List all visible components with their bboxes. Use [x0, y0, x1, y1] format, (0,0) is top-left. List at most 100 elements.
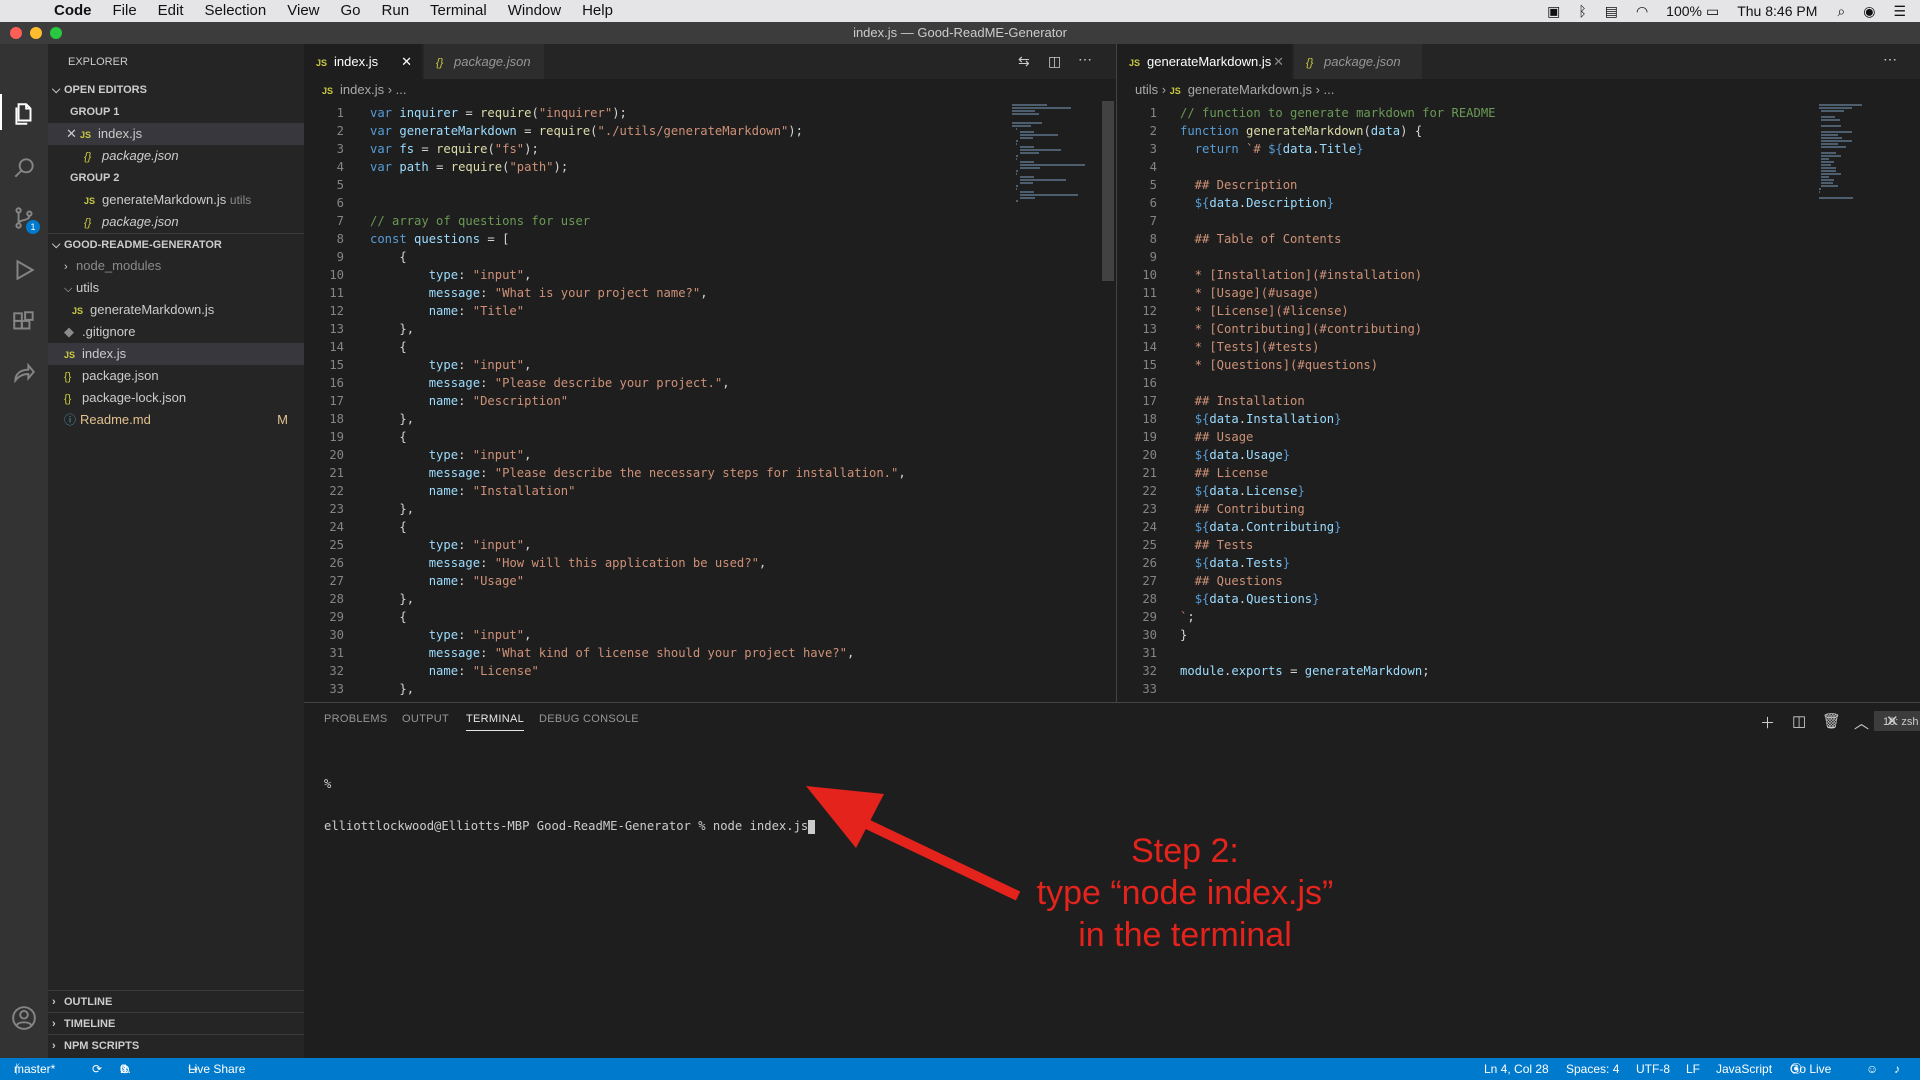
cursor-position[interactable]: Ln 4, Col 28 [1484, 1058, 1549, 1080]
language-mode[interactable]: JavaScript [1716, 1058, 1772, 1080]
tab-index-js[interactable]: JS index.js ✕ [304, 44, 422, 79]
split-editor-icon[interactable]: ◫ [1048, 53, 1061, 70]
tab-package-json-right[interactable]: {} package.json [1294, 44, 1422, 79]
open-editor-generatemarkdown[interactable]: JS generateMarkdown.js utils [48, 189, 304, 211]
panel-tab-debug-console[interactable]: DEBUG CONSOLE [539, 713, 639, 725]
line-number: 3 [336, 142, 344, 156]
panel-tab-problems[interactable]: PROBLEMS [324, 713, 388, 725]
clock[interactable]: Thu 8:46 PM [1737, 3, 1817, 19]
panel-tab-output[interactable]: OUTPUT [402, 713, 449, 725]
maximize-panel-icon[interactable]: ︿ [1854, 712, 1869, 733]
close-icon[interactable]: ✕ [66, 123, 80, 145]
group2-label[interactable]: GROUP 2 [48, 167, 304, 189]
breadcrumb-file[interactable]: generateMarkdown.js [1188, 82, 1312, 97]
minimap-line [1821, 131, 1852, 133]
tab-package-json[interactable]: {} package.json [424, 44, 544, 79]
new-terminal-icon[interactable]: ＋ [1760, 712, 1775, 733]
menu-go[interactable]: Go [341, 0, 361, 22]
breadcrumb-file[interactable]: index.js [340, 82, 384, 97]
menu-window[interactable]: Window [508, 0, 561, 22]
more-actions-icon[interactable]: ⋯ [1883, 51, 1897, 68]
menu-view[interactable]: View [287, 0, 319, 22]
breadcrumb-folder[interactable]: utils [1135, 82, 1158, 97]
battery-icon[interactable]: ▭ [1706, 3, 1719, 20]
wifi-icon[interactable]: ◠ [1636, 3, 1648, 20]
control-center-icon[interactable]: ☰ [1893, 3, 1906, 20]
siri-icon[interactable]: ◉ [1863, 3, 1875, 20]
tree-package-lock[interactable]: {} package-lock.json [48, 387, 304, 409]
npm-scripts-section[interactable]: › NPM SCRIPTS [48, 1034, 304, 1056]
search-icon[interactable] [10, 154, 38, 182]
project-section[interactable]: ⌵ GOOD-README-GENERATOR [48, 233, 304, 255]
open-editors-label: OPEN EDITORS [64, 84, 147, 96]
left-scrollbar[interactable] [1102, 101, 1114, 281]
tree-node-modules[interactable]: › node_modules [48, 255, 304, 277]
display-icon[interactable]: ▤ [1605, 3, 1618, 20]
minimap-line [1016, 200, 1018, 202]
left-minimap[interactable] [1012, 104, 1092, 294]
close-window-button[interactable] [10, 27, 22, 39]
minimize-window-button[interactable] [30, 27, 42, 39]
open-changes-icon[interactable]: ⇆ [1018, 53, 1030, 70]
line-number: 14 [329, 340, 344, 354]
menu-app-code[interactable]: Code [54, 0, 92, 22]
eol-status[interactable]: LF [1686, 1058, 1700, 1080]
menu-selection[interactable]: Selection [205, 0, 267, 22]
sync-icon[interactable]: ⟳ [92, 1058, 102, 1080]
code-line: message: "What is your project name?", [428, 286, 708, 300]
minimap-line [1819, 188, 1821, 190]
bluetooth-icon[interactable]: ᛒ [1578, 3, 1586, 19]
more-actions-icon[interactable]: ⋯ [1078, 51, 1092, 68]
screen-record-icon[interactable]: ▣ [1547, 3, 1560, 20]
timeline-section[interactable]: › TIMELINE [48, 1012, 304, 1034]
tab-generatemarkdown[interactable]: JS generateMarkdown.js ✕ [1117, 44, 1292, 79]
menu-file[interactable]: File [113, 0, 137, 22]
outline-section[interactable]: › OUTLINE [48, 990, 304, 1012]
breadcrumb-symbol[interactable]: ... [396, 82, 407, 97]
menu-help[interactable]: Help [582, 0, 613, 22]
tree-package-json[interactable]: {} package.json [48, 365, 304, 387]
indentation-status[interactable]: Spaces: 4 [1566, 1058, 1619, 1080]
account-icon[interactable] [10, 1004, 38, 1032]
tree-readme[interactable]: ⓘ Readme.md M [48, 409, 304, 431]
line-number: 4 [1149, 160, 1157, 174]
open-editors-section[interactable]: ⌵ OPEN EDITORS [48, 79, 304, 101]
feedback-icon[interactable]: ☺ [1866, 1058, 1878, 1080]
split-terminal-icon[interactable]: ◫ [1792, 712, 1806, 730]
live-share-icon[interactable] [10, 360, 38, 388]
kill-terminal-icon[interactable]: 🗑 [1822, 712, 1841, 730]
menu-run[interactable]: Run [382, 0, 410, 22]
terminal-output[interactable]: % elliottlockwood@Elliotts-MBP Good-Read… [324, 749, 816, 862]
open-editor-package-json-2[interactable]: {} package.json [48, 211, 304, 233]
tree-generatemarkdown[interactable]: JS generateMarkdown.js [48, 299, 304, 321]
zoom-window-button[interactable] [50, 27, 62, 39]
tree-gitignore[interactable]: ◆ .gitignore [48, 321, 304, 343]
close-icon[interactable]: ✕ [1273, 44, 1284, 79]
panel-tab-terminal[interactable]: TERMINAL [466, 713, 525, 731]
minimap-line [1020, 146, 1034, 148]
group1-label[interactable]: GROUP 1 [48, 101, 304, 123]
open-editor-package-json[interactable]: {} package.json [48, 145, 304, 167]
tree-index-js[interactable]: JS index.js [48, 343, 304, 365]
line-number: 5 [336, 178, 344, 192]
file-label: .gitignore [82, 324, 136, 339]
source-control-icon[interactable]: 1 [10, 204, 40, 234]
menu-terminal[interactable]: Terminal [430, 0, 487, 22]
breadcrumb-symbol[interactable]: ... [1324, 82, 1335, 97]
code-line: }, [399, 682, 415, 696]
open-editor-index-js[interactable]: ✕ JS index.js [48, 123, 304, 145]
code-line: }, [399, 592, 415, 606]
extensions-icon[interactable] [10, 308, 38, 336]
right-minimap[interactable] [1819, 104, 1899, 214]
notifications-bell-icon[interactable]: ♪ [1894, 1058, 1900, 1080]
menu-edit[interactable]: Edit [158, 0, 184, 22]
encoding-status[interactable]: UTF-8 [1636, 1058, 1670, 1080]
close-panel-icon[interactable]: ✕ [1886, 712, 1899, 730]
explorer-icon[interactable] [10, 100, 38, 128]
tree-utils[interactable]: ⌵ utils [48, 277, 304, 299]
battery-percent[interactable]: 100% [1666, 3, 1702, 19]
close-icon[interactable]: ✕ [401, 44, 412, 79]
minimap-line [1020, 167, 1040, 169]
run-debug-icon[interactable] [10, 256, 38, 284]
spotlight-icon[interactable]: ⌕ [1837, 3, 1845, 20]
